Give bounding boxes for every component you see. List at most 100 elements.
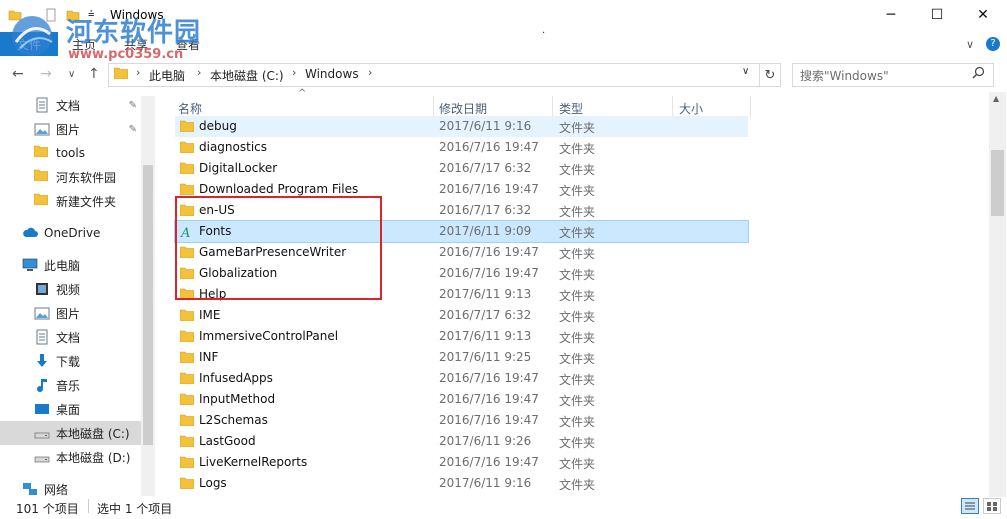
- folder-icon: [180, 393, 194, 405]
- file-name: InputMethod: [199, 392, 276, 406]
- address-dropdown-button[interactable]: ∨: [742, 66, 749, 77]
- video-icon: [34, 281, 50, 297]
- breadcrumb-this-pc[interactable]: 此电脑: [149, 67, 185, 84]
- sidebar-item[interactable]: 下载: [0, 349, 141, 373]
- file-name: ImmersiveControlPanel: [199, 329, 339, 343]
- file-type: 文件夹: [559, 121, 596, 135]
- sidebar-item-label: 图片: [56, 306, 81, 321]
- sidebar-item[interactable]: 文档 ✎: [0, 93, 141, 117]
- search-icon[interactable]: [972, 66, 985, 79]
- file-type: 文件夹: [559, 457, 596, 471]
- sidebar-item-label: 下载: [56, 354, 81, 369]
- sidebar-item[interactable]: OneDrive: [0, 221, 141, 245]
- file-type: 文件夹: [559, 184, 596, 198]
- file-row[interactable]: DigitalLocker 2016/7/17 6:32 文件夹: [175, 158, 748, 179]
- sidebar-item-label: 此电脑: [44, 258, 81, 273]
- details-view-button[interactable]: [961, 498, 979, 514]
- column-divider[interactable]: [433, 96, 434, 118]
- folder-icon: [180, 183, 194, 195]
- sidebar-item[interactable]: 图片: [0, 301, 141, 325]
- file-row[interactable]: IME 2016/7/17 6:32 文件夹: [175, 305, 748, 326]
- sidebar-item-label: 图片: [56, 122, 81, 137]
- file-row[interactable]: diagnostics 2016/7/16 19:47 文件夹: [175, 137, 748, 158]
- recent-locations-button[interactable]: ∨: [68, 69, 75, 80]
- column-divider[interactable]: [750, 96, 751, 118]
- breadcrumb-separator[interactable]: ›: [136, 66, 140, 79]
- large-icons-view-button[interactable]: [983, 498, 1001, 514]
- file-row[interactable]: InfusedApps 2016/7/16 19:47 文件夹: [175, 368, 748, 389]
- file-row[interactable]: Logs 2017/6/11 9:16 文件夹: [175, 473, 748, 494]
- close-button[interactable]: ✕: [960, 0, 1006, 30]
- breadcrumb-drive-c[interactable]: 本地磁盘 (C:): [210, 67, 284, 84]
- sidebar-item-label: 本地磁盘 (C:): [56, 426, 130, 441]
- breadcrumb-separator[interactable]: ›: [368, 66, 372, 79]
- music-icon: [34, 377, 50, 393]
- refresh-button[interactable]: ↻: [760, 63, 781, 87]
- column-header-modified[interactable]: 修改日期: [439, 98, 551, 118]
- column-header-type[interactable]: 类型: [559, 98, 671, 118]
- column-divider[interactable]: [672, 96, 673, 118]
- file-list-scrollbar-thumb[interactable]: [991, 150, 1004, 216]
- sidebar-item[interactable]: 此电脑: [0, 253, 141, 277]
- column-header-size[interactable]: 大小: [679, 98, 749, 118]
- sidebar-item[interactable]: 河东软件园: [0, 165, 141, 189]
- column-header-name[interactable]: 名称: [178, 98, 433, 118]
- forward-button[interactable]: →: [40, 66, 52, 82]
- back-button[interactable]: ←: [12, 66, 24, 82]
- cloud-icon: [22, 225, 38, 241]
- watermark-url: www.pc0359.cn: [68, 47, 184, 62]
- column-header-label: 类型: [559, 101, 584, 116]
- file-modified: 2016/7/17 6:32: [439, 161, 532, 175]
- sidebar-item[interactable]: 桌面: [0, 397, 141, 421]
- ribbon-collapse-button[interactable]: ∨: [966, 38, 974, 51]
- file-modified: 2016/7/16 19:47: [439, 245, 539, 259]
- sidebar-item-label: tools: [56, 146, 85, 160]
- file-type: 文件夹: [559, 289, 596, 303]
- help-icon[interactable]: ?: [986, 37, 1000, 51]
- file-name: Downloaded Program Files: [199, 182, 359, 196]
- file-row[interactable]: INF 2017/6/11 9:25 文件夹: [175, 347, 748, 368]
- file-type: 文件夹: [559, 268, 596, 282]
- address-bar[interactable]: [108, 63, 760, 87]
- breadcrumb-windows[interactable]: Windows: [305, 67, 359, 81]
- file-row[interactable]: ImmersiveControlPanel 2017/6/11 9:13 文件夹: [175, 326, 748, 347]
- maximize-button[interactable]: ☐: [914, 0, 960, 30]
- pin-icon[interactable]: ✎: [129, 100, 137, 111]
- sidebar-item[interactable]: 图片 ✎: [0, 117, 141, 141]
- file-row[interactable]: LiveKernelReports 2016/7/16 19:47 文件夹: [175, 452, 748, 473]
- file-name: INF: [199, 350, 219, 364]
- file-type: 文件夹: [559, 331, 596, 345]
- file-type: 文件夹: [559, 226, 596, 240]
- picture-icon: [34, 121, 50, 137]
- scroll-up-icon[interactable]: ▲: [993, 94, 999, 103]
- folder-icon: [180, 372, 194, 384]
- sidebar-item[interactable]: tools: [0, 141, 141, 165]
- file-row[interactable]: InputMethod 2016/7/16 19:47 文件夹: [175, 389, 748, 410]
- up-button[interactable]: ↑: [88, 66, 100, 82]
- breadcrumb-separator[interactable]: ›: [292, 66, 296, 79]
- status-divider: [88, 499, 89, 513]
- sidebar-item-label: 本地磁盘 (D:): [56, 450, 131, 465]
- breadcrumb-separator[interactable]: ›: [197, 66, 201, 79]
- sidebar-item-label: 视频: [56, 282, 81, 297]
- drive-icon: [34, 425, 50, 441]
- sidebar-item[interactable]: 文档: [0, 325, 141, 349]
- file-row[interactable]: L2Schemas 2016/7/16 19:47 文件夹: [175, 410, 748, 431]
- minimize-button[interactable]: ─: [868, 0, 914, 30]
- pin-icon[interactable]: ✎: [129, 124, 137, 135]
- sidebar-item[interactable]: 音乐: [0, 373, 141, 397]
- sidebar-item[interactable]: 本地磁盘 (C:): [0, 421, 141, 445]
- nav-pane-scrollbar-thumb[interactable]: [143, 165, 153, 445]
- highlight-box: [175, 196, 382, 300]
- sidebar-item[interactable]: 本地磁盘 (D:): [0, 445, 141, 469]
- file-row[interactable]: debug 2017/6/11 9:16 文件夹: [175, 116, 748, 137]
- file-row[interactable]: LastGood 2017/6/11 9:26 文件夹: [175, 431, 748, 452]
- sidebar-item[interactable]: 新建文件夹: [0, 189, 141, 213]
- file-modified: 2017/6/11 9:16: [439, 476, 532, 490]
- column-divider[interactable]: [552, 96, 553, 118]
- file-name: L2Schemas: [199, 413, 268, 427]
- sidebar-item[interactable]: 视频: [0, 277, 141, 301]
- status-item-count: 101 个项目: [16, 502, 79, 516]
- folder-icon: [180, 309, 194, 321]
- folder-icon: [33, 169, 50, 185]
